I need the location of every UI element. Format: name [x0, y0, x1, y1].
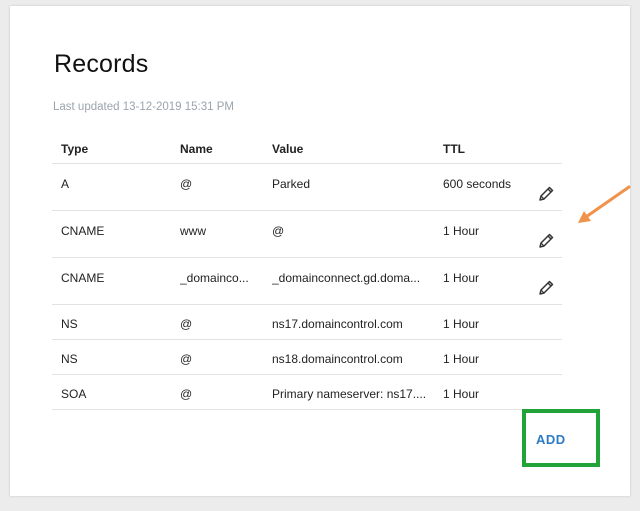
table-row: NS @ ns18.domaincontrol.com 1 Hour [52, 340, 562, 375]
record-value: @ [272, 224, 285, 238]
pencil-icon [539, 186, 554, 201]
record-ttl: 1 Hour [443, 271, 480, 285]
record-name: www [180, 224, 206, 238]
record-value: ns17.domaincontrol.com [272, 317, 403, 331]
edit-record-button[interactable] [536, 231, 556, 251]
edit-record-button[interactable] [536, 278, 556, 298]
record-name: @ [180, 177, 193, 191]
pencil-icon [539, 233, 554, 248]
table-row: CNAME _domainco... _domainconnect.gd.dom… [52, 258, 562, 305]
record-value: Primary nameserver: ns17.... [272, 387, 427, 401]
column-header-type: Type [61, 142, 89, 156]
edit-record-button[interactable] [536, 184, 556, 204]
table-row: CNAME www @ 1 Hour [52, 211, 562, 258]
record-name: @ [180, 317, 193, 331]
record-type: CNAME [61, 224, 105, 238]
record-ttl: 1 Hour [443, 224, 480, 238]
record-name: @ [180, 387, 193, 401]
record-name: @ [180, 352, 193, 366]
table-header: Type Name Value TTL [52, 130, 562, 164]
record-name: _domainco... [180, 271, 249, 285]
record-type: NS [61, 352, 78, 366]
record-value: Parked [272, 177, 311, 191]
record-type: SOA [61, 387, 87, 401]
record-ttl: 600 seconds [443, 177, 512, 191]
record-ttl: 1 Hour [443, 387, 480, 401]
column-header-name: Name [180, 142, 213, 156]
record-type: CNAME [61, 271, 105, 285]
record-type: NS [61, 317, 78, 331]
record-ttl: 1 Hour [443, 317, 480, 331]
page-title: Records [54, 50, 149, 78]
records-table: Type Name Value TTL A @ Parked 600 secon… [52, 130, 562, 410]
column-header-value: Value [272, 142, 304, 156]
record-ttl: 1 Hour [443, 352, 480, 366]
record-value: ns18.domaincontrol.com [272, 352, 403, 366]
arrow-annotation [578, 185, 631, 223]
table-row: A @ Parked 600 seconds [52, 164, 562, 211]
pencil-icon [539, 280, 554, 295]
record-value: _domainconnect.gd.doma... [272, 271, 421, 285]
table-row: SOA @ Primary nameserver: ns17.... 1 Hou… [52, 375, 562, 410]
add-record-button[interactable]: ADD [536, 432, 566, 447]
record-type: A [61, 177, 70, 191]
last-updated-text: Last updated 13-12-2019 15:31 PM [53, 101, 234, 113]
column-header-ttl: TTL [443, 142, 465, 156]
table-row: NS @ ns17.domaincontrol.com 1 Hour [52, 305, 562, 340]
